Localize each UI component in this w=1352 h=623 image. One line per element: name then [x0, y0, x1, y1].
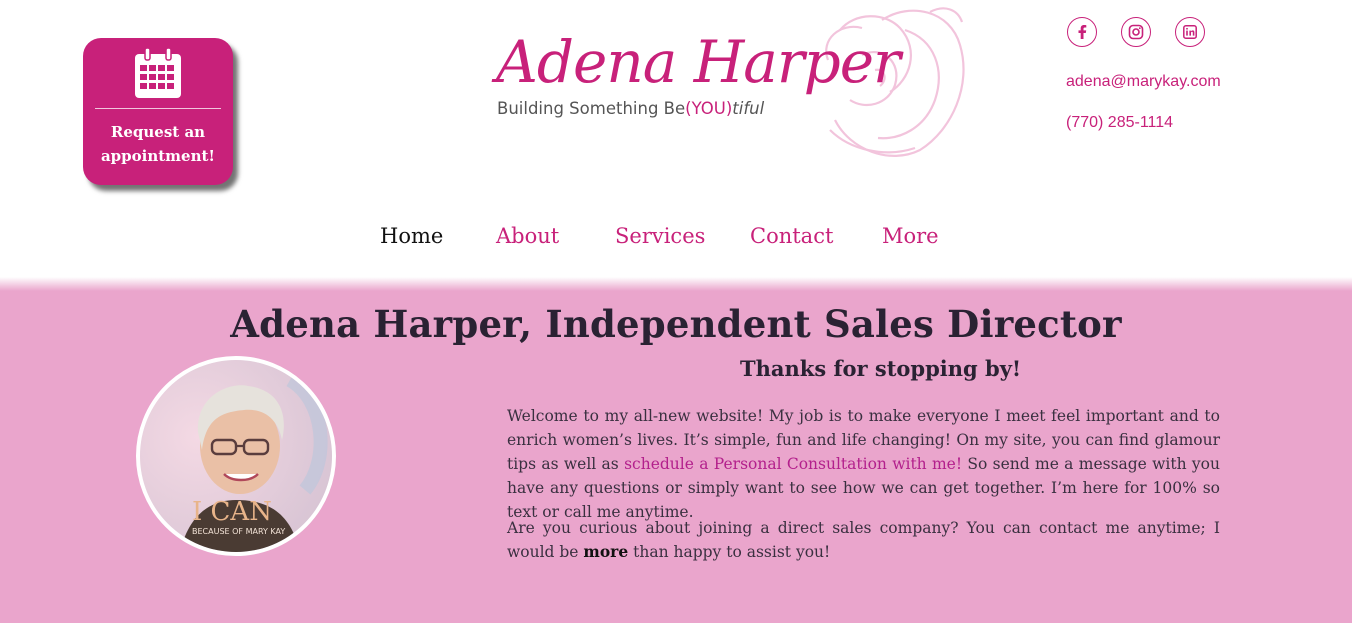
appointment-label: Request an appointment!: [91, 120, 225, 168]
phone-link[interactable]: (770) 285-1114: [1066, 114, 1173, 132]
profile-portrait: I CAN BECAUSE OF MARY KAY: [140, 360, 332, 552]
recruit-text-strong: more: [583, 542, 629, 561]
tagline-prefix: Building Something Be: [497, 99, 686, 118]
site-logo[interactable]: Adena Harper Building Something Be(YOU)t…: [490, 0, 980, 165]
tagline-you: (YOU): [685, 99, 733, 118]
photo-caption-sub: BECAUSE OF MARY KAY: [192, 527, 285, 536]
email-link[interactable]: adena@marykay.com: [1066, 73, 1221, 91]
linkedin-glyph: [1183, 25, 1197, 39]
nav-services[interactable]: Services: [615, 224, 705, 248]
logo-tagline: Building Something Be(YOU)tiful: [497, 99, 764, 118]
nav-more[interactable]: More: [882, 224, 939, 248]
tagline-suffix: tiful: [732, 99, 765, 118]
appointment-divider: [95, 108, 221, 109]
recruiting-paragraph: Are you curious about joining a direct s…: [507, 516, 1220, 564]
appointment-label-line2: appointment!: [100, 147, 216, 165]
consultation-link[interactable]: schedule a Personal Consultation with me…: [624, 455, 962, 473]
appointment-label-line1: Request an: [110, 123, 206, 141]
linkedin-icon[interactable]: [1175, 17, 1205, 47]
facebook-icon[interactable]: [1067, 17, 1097, 47]
profile-photo: I CAN BECAUSE OF MARY KAY: [136, 356, 336, 556]
nav-about[interactable]: About: [496, 224, 559, 248]
facebook-glyph: [1078, 25, 1087, 39]
request-appointment-button[interactable]: Request an appointment!: [83, 38, 233, 185]
photo-caption: I CAN: [192, 497, 272, 527]
instagram-icon[interactable]: [1121, 17, 1151, 47]
welcome-subheading: Thanks for stopping by!: [740, 356, 1022, 381]
logo-brand-text: Adena Harper: [496, 28, 901, 96]
instagram-glyph: [1128, 24, 1144, 40]
intro-paragraph: Welcome to my all-new website! My job is…: [507, 404, 1220, 524]
calendar-icon: [135, 48, 181, 98]
nav-home[interactable]: Home: [380, 224, 443, 248]
recruit-text-after: than happy to assist you!: [628, 543, 831, 561]
page-title: Adena Harper, Independent Sales Director: [230, 302, 1122, 346]
nav-contact[interactable]: Contact: [750, 224, 833, 248]
